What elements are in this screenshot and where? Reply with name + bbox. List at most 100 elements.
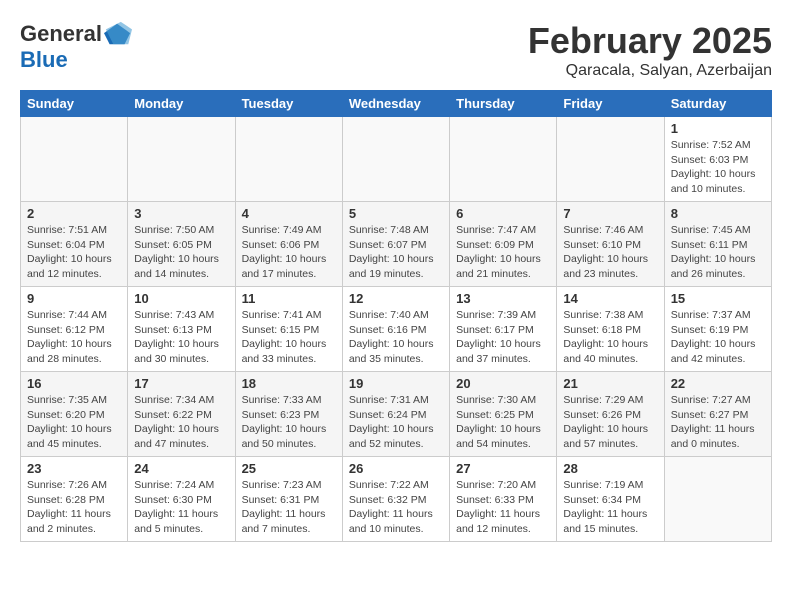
day-info: Sunrise: 7:46 AM Sunset: 6:10 PM Dayligh…: [563, 223, 657, 282]
weekday-header-thursday: Thursday: [450, 91, 557, 117]
day-info: Sunrise: 7:20 AM Sunset: 6:33 PM Dayligh…: [456, 478, 550, 537]
calendar-week-row: 9Sunrise: 7:44 AM Sunset: 6:12 PM Daylig…: [21, 287, 772, 372]
day-number: 18: [242, 376, 336, 391]
calendar-cell: 5 Sunrise: 7:48 AM Sunset: 6:07 PM Daylig…: [342, 202, 449, 287]
calendar-cell: [557, 117, 664, 202]
calendar-cell: 26 Sunrise: 7:22 AM Sunset: 6:32 PM Dayli…: [342, 457, 449, 542]
day-number: 20: [456, 376, 550, 391]
day-info: Sunrise: 7:38 AM Sunset: 6:18 PM Dayligh…: [563, 308, 657, 367]
day-info: Sunrise: 7:37 AM Sunset: 6:19 PM Dayligh…: [671, 308, 765, 367]
day-info: Sunrise: 7:29 AM Sunset: 6:26 PM Dayligh…: [563, 393, 657, 452]
calendar-cell: 11 Sunrise: 7:41 AM Sunset: 6:15 PM Dayli…: [235, 287, 342, 372]
day-number: 23: [27, 461, 121, 476]
calendar-cell: 20 Sunrise: 7:30 AM Sunset: 6:25 PM Dayli…: [450, 372, 557, 457]
calendar-cell: 21 Sunrise: 7:29 AM Sunset: 6:26 PM Dayli…: [557, 372, 664, 457]
calendar-cell: 4 Sunrise: 7:49 AM Sunset: 6:06 PM Daylig…: [235, 202, 342, 287]
day-info: Sunrise: 7:43 AM Sunset: 6:13 PM Dayligh…: [134, 308, 228, 367]
weekday-header-row: SundayMondayTuesdayWednesdayThursdayFrid…: [21, 91, 772, 117]
day-info: Sunrise: 7:26 AM Sunset: 6:28 PM Dayligh…: [27, 478, 121, 537]
calendar-cell: 15 Sunrise: 7:37 AM Sunset: 6:19 PM Dayli…: [664, 287, 771, 372]
day-number: 5: [349, 206, 443, 221]
calendar-cell: 7 Sunrise: 7:46 AM Sunset: 6:10 PM Daylig…: [557, 202, 664, 287]
day-number: 1: [671, 121, 765, 136]
day-info: Sunrise: 7:49 AM Sunset: 6:06 PM Dayligh…: [242, 223, 336, 282]
day-number: 28: [563, 461, 657, 476]
calendar-cell: 1 Sunrise: 7:52 AM Sunset: 6:03 PM Daylig…: [664, 117, 771, 202]
calendar-cell: 27 Sunrise: 7:20 AM Sunset: 6:33 PM Dayli…: [450, 457, 557, 542]
day-info: Sunrise: 7:24 AM Sunset: 6:30 PM Dayligh…: [134, 478, 228, 537]
calendar-table: SundayMondayTuesdayWednesdayThursdayFrid…: [20, 90, 772, 542]
calendar-cell: [450, 117, 557, 202]
day-info: Sunrise: 7:52 AM Sunset: 6:03 PM Dayligh…: [671, 138, 765, 197]
calendar-cell: 25 Sunrise: 7:23 AM Sunset: 6:31 PM Dayli…: [235, 457, 342, 542]
calendar-cell: 19 Sunrise: 7:31 AM Sunset: 6:24 PM Dayli…: [342, 372, 449, 457]
weekday-header-friday: Friday: [557, 91, 664, 117]
day-info: Sunrise: 7:44 AM Sunset: 6:12 PM Dayligh…: [27, 308, 121, 367]
day-number: 15: [671, 291, 765, 306]
day-info: Sunrise: 7:51 AM Sunset: 6:04 PM Dayligh…: [27, 223, 121, 282]
day-info: Sunrise: 7:35 AM Sunset: 6:20 PM Dayligh…: [27, 393, 121, 452]
day-number: 25: [242, 461, 336, 476]
day-number: 26: [349, 461, 443, 476]
calendar-week-row: 2 Sunrise: 7:51 AM Sunset: 6:04 PM Daylig…: [21, 202, 772, 287]
day-number: 21: [563, 376, 657, 391]
logo-blue: Blue: [20, 47, 68, 72]
weekday-header-monday: Monday: [128, 91, 235, 117]
day-info: Sunrise: 7:41 AM Sunset: 6:15 PM Dayligh…: [242, 308, 336, 367]
day-info: Sunrise: 7:50 AM Sunset: 6:05 PM Dayligh…: [134, 223, 228, 282]
calendar-cell: 23 Sunrise: 7:26 AM Sunset: 6:28 PM Dayli…: [21, 457, 128, 542]
day-info: Sunrise: 7:39 AM Sunset: 6:17 PM Dayligh…: [456, 308, 550, 367]
day-number: 8: [671, 206, 765, 221]
calendar-cell: 14Sunrise: 7:38 AM Sunset: 6:18 PM Dayli…: [557, 287, 664, 372]
calendar-cell: 28 Sunrise: 7:19 AM Sunset: 6:34 PM Dayli…: [557, 457, 664, 542]
day-number: 10: [134, 291, 228, 306]
calendar-cell: 12 Sunrise: 7:40 AM Sunset: 6:16 PM Dayli…: [342, 287, 449, 372]
day-number: 7: [563, 206, 657, 221]
day-info: Sunrise: 7:33 AM Sunset: 6:23 PM Dayligh…: [242, 393, 336, 452]
calendar-cell: [21, 117, 128, 202]
day-info: Sunrise: 7:48 AM Sunset: 6:07 PM Dayligh…: [349, 223, 443, 282]
day-number: 19: [349, 376, 443, 391]
day-info: Sunrise: 7:19 AM Sunset: 6:34 PM Dayligh…: [563, 478, 657, 537]
calendar-cell: [342, 117, 449, 202]
calendar-cell: 13 Sunrise: 7:39 AM Sunset: 6:17 PM Dayli…: [450, 287, 557, 372]
title-block: February 2025 Qaracala, Salyan, Azerbaij…: [528, 20, 772, 80]
day-number: 6: [456, 206, 550, 221]
calendar-cell: 8 Sunrise: 7:45 AM Sunset: 6:11 PM Daylig…: [664, 202, 771, 287]
day-info: Sunrise: 7:31 AM Sunset: 6:24 PM Dayligh…: [349, 393, 443, 452]
day-number: 24: [134, 461, 228, 476]
calendar-cell: [664, 457, 771, 542]
calendar-cell: [128, 117, 235, 202]
day-info: Sunrise: 7:30 AM Sunset: 6:25 PM Dayligh…: [456, 393, 550, 452]
calendar-cell: [235, 117, 342, 202]
day-info: Sunrise: 7:45 AM Sunset: 6:11 PM Dayligh…: [671, 223, 765, 282]
weekday-header-saturday: Saturday: [664, 91, 771, 117]
month-title: February 2025: [528, 20, 772, 62]
day-info: Sunrise: 7:22 AM Sunset: 6:32 PM Dayligh…: [349, 478, 443, 537]
calendar-week-row: 1 Sunrise: 7:52 AM Sunset: 6:03 PM Daylig…: [21, 117, 772, 202]
calendar-cell: 22 Sunrise: 7:27 AM Sunset: 6:27 PM Dayli…: [664, 372, 771, 457]
day-info: Sunrise: 7:47 AM Sunset: 6:09 PM Dayligh…: [456, 223, 550, 282]
day-info: Sunrise: 7:40 AM Sunset: 6:16 PM Dayligh…: [349, 308, 443, 367]
day-number: 11: [242, 291, 336, 306]
day-info: Sunrise: 7:34 AM Sunset: 6:22 PM Dayligh…: [134, 393, 228, 452]
weekday-header-wednesday: Wednesday: [342, 91, 449, 117]
calendar-cell: 17Sunrise: 7:34 AM Sunset: 6:22 PM Dayli…: [128, 372, 235, 457]
day-number: 13: [456, 291, 550, 306]
day-number: 3: [134, 206, 228, 221]
day-number: 27: [456, 461, 550, 476]
calendar-cell: 10 Sunrise: 7:43 AM Sunset: 6:13 PM Dayli…: [128, 287, 235, 372]
location: Qaracala, Salyan, Azerbaijan: [528, 62, 772, 80]
day-number: 4: [242, 206, 336, 221]
day-number: 12: [349, 291, 443, 306]
page-header: General Blue February 2025 Qaracala, Sal…: [20, 20, 772, 80]
calendar-cell: 6 Sunrise: 7:47 AM Sunset: 6:09 PM Daylig…: [450, 202, 557, 287]
day-number: 2: [27, 206, 121, 221]
calendar-week-row: 16Sunrise: 7:35 AM Sunset: 6:20 PM Dayli…: [21, 372, 772, 457]
calendar-cell: 3 Sunrise: 7:50 AM Sunset: 6:05 PM Daylig…: [128, 202, 235, 287]
weekday-header-tuesday: Tuesday: [235, 91, 342, 117]
day-number: 22: [671, 376, 765, 391]
day-info: Sunrise: 7:23 AM Sunset: 6:31 PM Dayligh…: [242, 478, 336, 537]
calendar-cell: 9Sunrise: 7:44 AM Sunset: 6:12 PM Daylig…: [21, 287, 128, 372]
day-info: Sunrise: 7:27 AM Sunset: 6:27 PM Dayligh…: [671, 393, 765, 452]
